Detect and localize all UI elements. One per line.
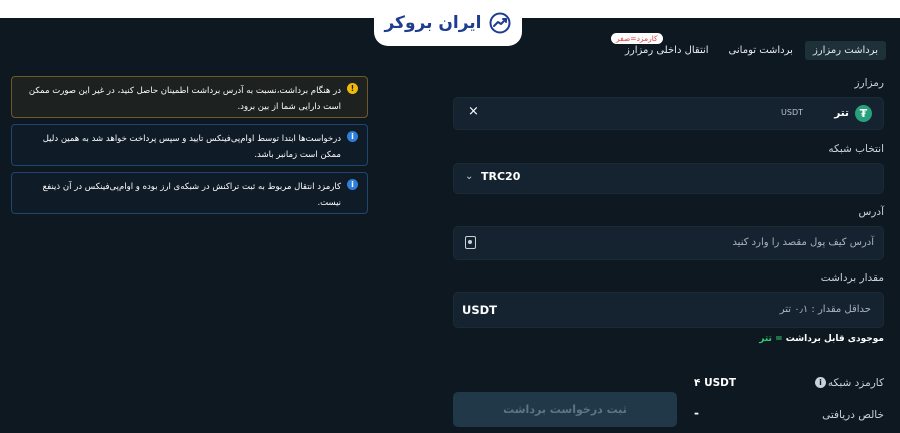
zero-fee-badge: کارمزد=صفر bbox=[611, 33, 663, 44]
chevron-down-icon: ⌄ bbox=[465, 171, 474, 182]
balance-value: تتر bbox=[759, 334, 772, 344]
info-icon: i bbox=[347, 179, 358, 190]
asset-select[interactable]: ₮ تتر USDT × bbox=[453, 97, 884, 130]
network-label: انتخاب شبکه bbox=[828, 143, 884, 155]
tab-crypto-withdraw[interactable]: برداشت رمزارز bbox=[804, 41, 886, 60]
warning-notice: ! در هنگام برداشت،نسبت به آدرس برداشت اط… bbox=[11, 76, 368, 118]
amount-input[interactable]: حداقل مقدار : ۰٫۱ تتر USDT bbox=[453, 292, 884, 328]
address-book-icon[interactable] bbox=[465, 236, 476, 249]
address-input[interactable]: آدرس کیف پول مقصد را وارد کنید bbox=[453, 226, 884, 260]
address-label: آدرس bbox=[858, 206, 884, 218]
info-text-fee: کارمزد انتقال مربوط به ثبت تراکنش در شبک… bbox=[42, 182, 341, 208]
brand-name: ایران بروکر bbox=[384, 13, 482, 33]
amount-placeholder: حداقل مقدار : ۰٫۱ تتر bbox=[779, 304, 871, 315]
info-notice-approval: i درخواست‌ها ابتدا توسط اوام‌پی‌فینکس تا… bbox=[11, 124, 368, 166]
net-received-value: - bbox=[694, 406, 699, 420]
asset-name: تتر bbox=[834, 107, 849, 119]
amount-label: مقدار برداشت bbox=[820, 272, 884, 284]
brand-logo[interactable]: ایران بروکر bbox=[374, 0, 522, 46]
available-balance: موجودی قابل برداشت = تتر bbox=[759, 334, 884, 344]
balance-label: موجودی قابل برداشت bbox=[785, 334, 884, 344]
amount-unit: USDT bbox=[462, 303, 498, 317]
info-text-approval: درخواست‌ها ابتدا توسط اوام‌پی‌فینکس تایی… bbox=[42, 134, 341, 160]
info-icon[interactable]: i bbox=[815, 377, 826, 388]
network-fee-label: کارمزد شبکه bbox=[827, 377, 884, 389]
trend-chart-icon bbox=[489, 12, 511, 34]
address-placeholder: آدرس کیف پول مقصد را وارد کنید bbox=[732, 237, 874, 248]
asset-symbol: USDT bbox=[781, 108, 803, 117]
network-value: TRC20 bbox=[481, 170, 521, 183]
warning-icon: ! bbox=[347, 83, 358, 94]
tab-toman-withdraw[interactable]: برداشت تومانی bbox=[721, 41, 801, 60]
tether-icon: ₮ bbox=[855, 105, 872, 122]
submit-withdraw-button[interactable]: ثبت درخواست برداشت bbox=[453, 392, 677, 427]
network-fee-value: ۴ USDT bbox=[694, 377, 737, 389]
net-received-label: خالص دریافتی bbox=[822, 409, 884, 421]
info-notice-fee: i کارمزد انتقال مربوط به ثبت تراکنش در ش… bbox=[11, 172, 368, 214]
info-icon: i bbox=[347, 131, 358, 142]
asset-label: رمزارز bbox=[854, 77, 884, 89]
warning-text: در هنگام برداشت،نسبت به آدرس برداشت اطمی… bbox=[28, 86, 341, 112]
close-icon[interactable]: × bbox=[468, 104, 479, 119]
network-select[interactable]: ⌄ TRC20 bbox=[453, 163, 884, 194]
